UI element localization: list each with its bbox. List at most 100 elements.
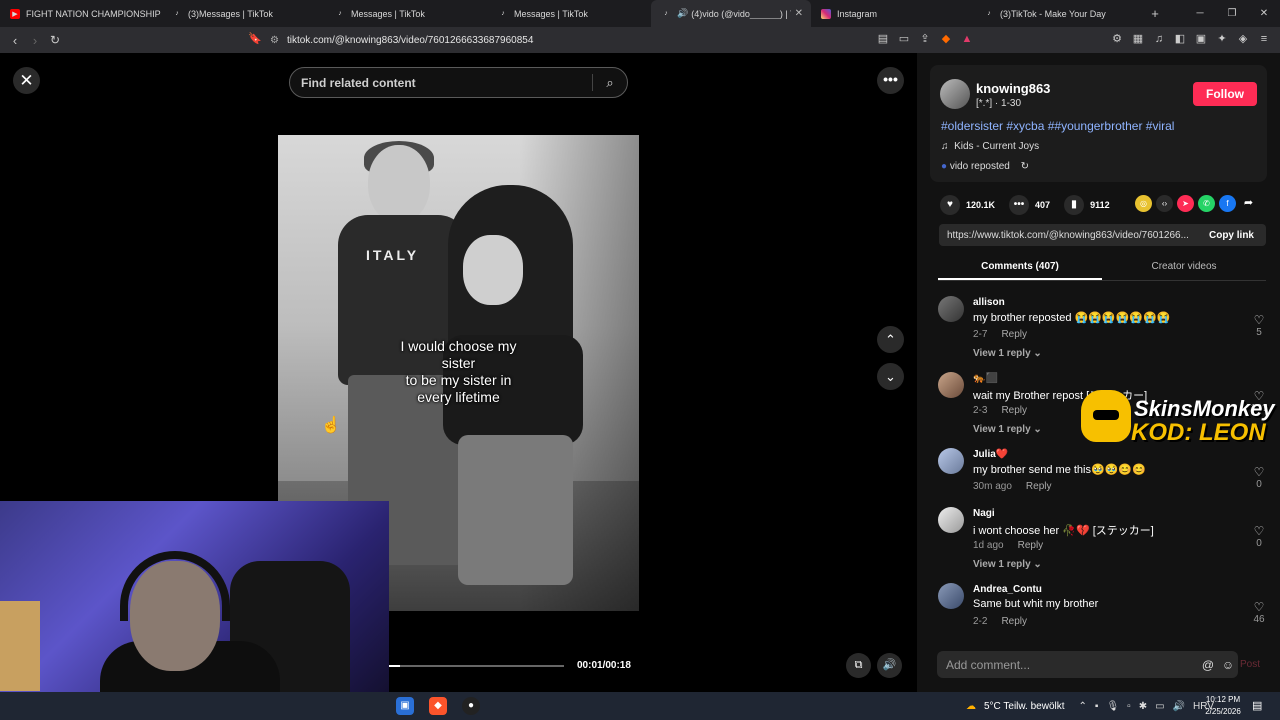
add-comment-placeholder: Add comment... <box>946 657 1031 672</box>
tab-creator-videos[interactable]: Creator videos <box>1102 253 1266 280</box>
add-comment-input[interactable]: Add comment... @ ☺ <box>937 651 1238 678</box>
view-replies[interactable]: View 1 reply ⌄ <box>973 559 1042 570</box>
mention-icon[interactable]: @ <box>1198 658 1218 672</box>
site-settings-icon[interactable]: ⚙ <box>270 35 279 46</box>
video-progress-bar[interactable] <box>389 665 564 667</box>
floating-player-icon[interactable]: ⧉ <box>846 653 871 678</box>
close-video-button[interactable]: ✕ <box>13 67 40 94</box>
reply-button[interactable]: Reply <box>1001 616 1027 627</box>
search-input[interactable]: Find related content ⌕ <box>289 67 628 98</box>
hashtags[interactable]: #oldersister #xycba ##youngerbrother #vi… <box>941 119 1174 133</box>
volume-icon[interactable]: 🔊 <box>877 653 902 678</box>
comment-button[interactable]: ••• 407 <box>1009 195 1050 215</box>
clock[interactable]: 10:12 PM 2/25/2026 <box>1203 694 1243 718</box>
back-icon[interactable]: ‹ <box>5 33 25 48</box>
bookmark-icon[interactable]: 🔖 <box>248 32 262 45</box>
next-video-button[interactable]: ⌄ <box>877 363 904 390</box>
reply-button[interactable]: Reply <box>1018 540 1044 551</box>
view-replies[interactable]: View 1 reply ⌄ <box>973 348 1042 359</box>
view-replies[interactable]: View 1 reply ⌄ <box>973 424 1042 435</box>
cast-icon[interactable]: ▭ <box>898 32 910 46</box>
tiktok-page: ITALY I would choose my sister to be my … <box>0 53 1280 692</box>
share-arrow-icon[interactable]: ➦ <box>1240 195 1257 212</box>
comment-time: 2-3 <box>973 405 988 416</box>
post-comment-button[interactable]: Post <box>1240 659 1260 670</box>
avatar[interactable] <box>938 372 964 398</box>
browser-tab[interactable]: ♪ (3)TikTok - Make Your Day <box>974 0 1137 27</box>
share-icon[interactable]: ⇪ <box>919 32 931 46</box>
reload-icon[interactable]: ↻ <box>45 33 65 47</box>
wallet-icon[interactable]: ▣ <box>1195 32 1207 46</box>
previous-video-button[interactable]: ⌃ <box>877 326 904 353</box>
speaker-tray-icon[interactable]: 🔊 <box>1173 701 1185 712</box>
restore-icon[interactable]: ❐ <box>1216 8 1248 19</box>
avatar[interactable] <box>938 296 964 322</box>
app-icon[interactable]: ▣ <box>396 697 414 715</box>
tab-comments[interactable]: Comments (407) <box>938 253 1102 280</box>
brave-rewards-icon[interactable]: ▲ <box>961 32 973 46</box>
coin-icon[interactable]: ◎ <box>1135 195 1152 212</box>
vpn-icon[interactable]: ◈ <box>1237 32 1249 46</box>
brave-shield-icon[interactable]: ◆ <box>940 32 952 46</box>
brave-browser-icon[interactable]: ◆ <box>429 697 447 715</box>
notification-icon[interactable]: ▤ <box>1252 699 1262 712</box>
extensions-icon[interactable]: ⚙ <box>1111 32 1123 46</box>
comment-author[interactable]: Nagi <box>973 508 995 519</box>
split-view-icon[interactable]: ◧ <box>1174 32 1186 46</box>
network-icon[interactable]: ▭ <box>1155 701 1164 712</box>
music-row[interactable]: ♫ Kids - Current Joys <box>941 141 1039 152</box>
camera-icon[interactable]: ▪ <box>1095 701 1099 712</box>
copy-link-button[interactable]: Copy link <box>1197 230 1266 241</box>
reply-button[interactable]: Reply <box>1026 481 1052 492</box>
comment-author[interactable]: Julia❤️ <box>973 449 1008 460</box>
minimize-icon[interactable]: ─ <box>1184 8 1216 19</box>
microphone-icon[interactable]: 🎙 <box>1106 701 1119 712</box>
heart-outline-icon[interactable]: ♡ <box>1250 313 1268 327</box>
save-button[interactable]: ▮ 9112 <box>1064 195 1110 215</box>
browser-tab[interactable]: ♪ (3)Messages | TikTok <box>162 0 325 27</box>
weather-icon: ☁ <box>966 700 976 712</box>
browser-tab[interactable]: ♪ Messages | TikTok <box>325 0 488 27</box>
vpn-tray-icon[interactable]: ▫ <box>1127 701 1131 712</box>
like-button[interactable]: ♥ 120.1K <box>940 195 995 215</box>
avatar[interactable] <box>938 583 964 609</box>
new-tab-button[interactable]: + <box>1145 6 1165 21</box>
heart-outline-icon[interactable]: ♡ <box>1250 465 1268 479</box>
whatsapp-icon[interactable]: ✆ <box>1198 195 1215 212</box>
send-icon[interactable]: ➤ <box>1177 195 1194 212</box>
music-icon[interactable]: ♫ <box>1153 32 1165 46</box>
sidebar-icon[interactable]: ▦ <box>1132 32 1144 46</box>
comment-author[interactable]: allison <box>973 297 1005 308</box>
embed-icon[interactable]: ‹› <box>1156 195 1173 212</box>
more-options-button[interactable]: ••• <box>877 67 904 94</box>
forward-icon[interactable]: › <box>25 33 45 48</box>
comment-author[interactable]: 🐅⬛ <box>973 373 998 384</box>
heart-outline-icon[interactable]: ♡ <box>1250 600 1268 614</box>
facebook-icon[interactable]: f <box>1219 195 1236 212</box>
browser-tab[interactable]: ♪ Messages | TikTok <box>488 0 651 27</box>
heart-outline-icon[interactable]: ♡ <box>1250 524 1268 538</box>
author-username[interactable]: knowing863 <box>976 81 1050 96</box>
browser-tab-active[interactable]: ♪ 🔊 (4)vido (@vido______) | TikTok ✕ <box>651 0 811 27</box>
comment-like-count: 0 <box>1256 479 1262 490</box>
reply-button[interactable]: Reply <box>1001 329 1027 340</box>
search-icon[interactable]: ⌕ <box>593 75 627 91</box>
leo-icon[interactable]: ✦ <box>1216 32 1228 46</box>
browser-tab[interactable]: ▶ FIGHT NATION CHAMPIONSHIP - FN <box>0 0 162 27</box>
bluetooth-icon[interactable]: ✱ <box>1139 701 1147 712</box>
emoji-icon[interactable]: ☺ <box>1218 658 1238 672</box>
reply-button[interactable]: Reply <box>1001 405 1027 416</box>
avatar[interactable] <box>938 507 964 533</box>
browser-tab[interactable]: Instagram <box>811 0 974 27</box>
reader-icon[interactable]: ▤ <box>877 32 889 46</box>
obs-icon[interactable]: ● <box>462 697 480 715</box>
avatar[interactable] <box>938 448 964 474</box>
chevron-up-icon[interactable]: ⌃ <box>1079 701 1087 712</box>
weather-text[interactable]: 5°C Teilw. bewölkt <box>984 701 1065 712</box>
close-window-icon[interactable]: ✕ <box>1248 8 1280 19</box>
follow-button[interactable]: Follow <box>1193 82 1257 106</box>
comment-author[interactable]: Andrea_Contu <box>973 584 1042 595</box>
close-tab-icon[interactable]: ✕ <box>795 8 803 19</box>
menu-icon[interactable]: ≡ <box>1258 32 1270 46</box>
avatar[interactable] <box>940 79 970 109</box>
